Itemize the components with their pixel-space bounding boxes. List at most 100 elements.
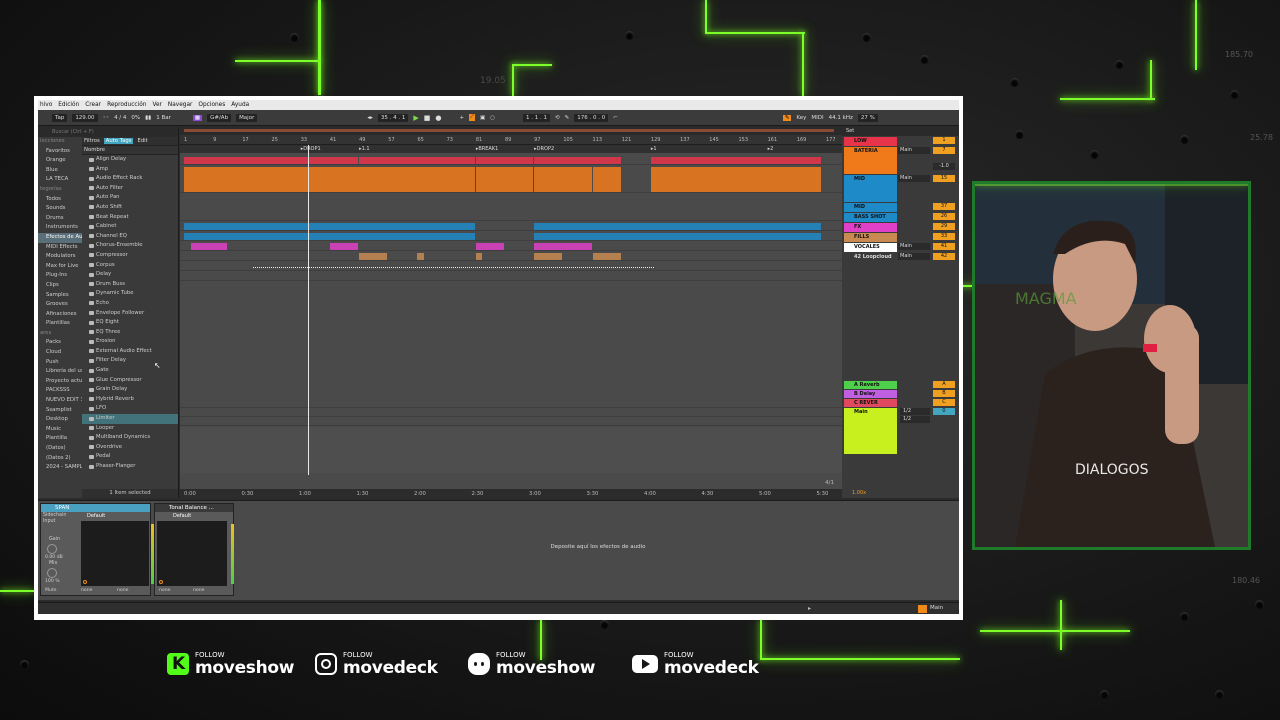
audio-clip[interactable] — [359, 157, 475, 164]
filter-button[interactable]: Filtros — [84, 138, 100, 144]
browser-item[interactable]: Glue Compressor — [82, 376, 178, 386]
browser-item[interactable]: Limiter — [82, 414, 178, 424]
audio-clip[interactable] — [184, 167, 475, 192]
places-item[interactable]: Cloud — [38, 348, 82, 358]
places-item[interactable]: Ssamplist — [38, 406, 82, 416]
places-item[interactable]: Plantilla — [38, 434, 82, 444]
track-lane[interactable] — [180, 222, 842, 231]
places-item[interactable]: Packs — [38, 338, 82, 348]
session-record-icon[interactable]: ○ — [490, 115, 495, 121]
return-send[interactable]: A — [933, 381, 955, 388]
track-volume[interactable]: 41 — [933, 243, 955, 250]
main-volume[interactable]: 0 — [933, 408, 955, 415]
audio-clip[interactable] — [534, 167, 592, 192]
browser-item[interactable]: Echo — [82, 299, 178, 309]
audio-clip[interactable] — [592, 167, 621, 192]
browser-item[interactable]: Looper — [82, 424, 178, 434]
menu-item-5[interactable]: Navegar — [168, 102, 193, 108]
social-youtube[interactable]: FOLLOW movedeck — [632, 649, 759, 679]
position-field[interactable]: 35 . 4 . 1 — [377, 113, 409, 122]
volume-readout[interactable]: -1.0 — [933, 163, 955, 170]
audio-clip[interactable] — [592, 253, 621, 260]
places-item[interactable]: Plantillas — [38, 319, 82, 329]
mixer-track-title[interactable]: MID — [844, 203, 897, 212]
browser-item[interactable]: EQ Three — [82, 328, 178, 338]
track-volume[interactable]: 29 — [933, 223, 955, 230]
mixer-track-title[interactable]: 42 Loopcloud — [844, 253, 897, 262]
scale-select[interactable]: Major — [236, 113, 258, 122]
mix-knob[interactable] — [47, 568, 57, 578]
places-item[interactable]: Modulators — [38, 252, 82, 262]
places-item[interactable]: Efectos de Aud — [38, 232, 82, 243]
punch-icon[interactable]: ⌐ — [613, 115, 618, 121]
track-lane[interactable] — [180, 262, 842, 271]
browser-item[interactable]: Dynamic Tube — [82, 289, 178, 299]
return-send[interactable]: B — [933, 390, 955, 397]
drop-hint[interactable]: Deposite aquí los efectos de audio — [478, 544, 718, 550]
preset-select[interactable]: Default — [173, 513, 191, 519]
track-volume[interactable]: 42 — [933, 253, 955, 260]
return-send[interactable]: C — [933, 399, 955, 406]
track-lane[interactable] — [180, 156, 842, 165]
ratio-display[interactable]: 1.00x — [852, 490, 866, 496]
metronome-icon[interactable]: ◦◦ — [103, 115, 110, 121]
arrangement-position-icon[interactable]: ◂▸ — [367, 115, 373, 121]
browser-item[interactable]: Auto Shift — [82, 203, 178, 213]
browser-item[interactable]: Overdrive — [82, 443, 178, 453]
locator-marker[interactable]: ▸DROP1 — [301, 146, 321, 152]
places-item[interactable]: Instruments — [38, 223, 82, 233]
browser-item[interactable]: Drum Buss — [82, 280, 178, 290]
menu-item-4[interactable]: Ver — [152, 102, 161, 108]
places-item[interactable]: Librería del usu — [38, 367, 82, 377]
tap-button[interactable]: Tap — [52, 113, 68, 122]
audio-clip[interactable] — [184, 157, 359, 164]
audio-clip[interactable] — [191, 243, 227, 250]
mixer-track-title[interactable]: FX — [844, 223, 897, 232]
record-icon[interactable]: ● — [435, 114, 441, 122]
mixer-track-title[interactable]: MID — [844, 175, 897, 202]
browser-item[interactable]: Auto Filter — [82, 184, 178, 194]
track-volume[interactable]: 7 — [933, 147, 955, 154]
browser-item[interactable]: Phaser-Flanger — [82, 462, 178, 472]
audio-clip[interactable] — [650, 157, 822, 164]
auto-tags-button[interactable]: Auto Tags — [103, 138, 134, 144]
automation-arm-icon[interactable]: ⟋ — [469, 114, 475, 121]
browser-item[interactable]: Corpus — [82, 261, 178, 271]
track-lane[interactable] — [180, 242, 842, 251]
audio-clip[interactable] — [184, 223, 475, 230]
places-item[interactable]: Sounds — [38, 204, 82, 214]
places-item[interactable]: Push — [38, 358, 82, 368]
preset-select[interactable]: Default — [87, 513, 105, 519]
browser-item[interactable]: Gate — [82, 366, 178, 376]
mixer-track-title[interactable]: LOW — [844, 137, 897, 146]
output-routing[interactable]: Main — [898, 147, 930, 154]
browser-item[interactable]: Cabinet — [82, 222, 178, 232]
tempo-field[interactable]: 129.00 — [72, 113, 98, 122]
bar-ruler[interactable]: 1 9 17 25 33 41 49 57 65 73 81 89 97 105 113 121 129 137 1… — [180, 135, 842, 145]
places-item[interactable]: 2024 - SAMPLE — [38, 463, 82, 473]
time-signature[interactable]: 4 / 4 — [114, 115, 126, 121]
capture-icon[interactable]: ▣ — [480, 115, 485, 121]
audio-clip[interactable] — [475, 167, 534, 192]
browser-item[interactable]: Pedal — [82, 452, 178, 462]
browser-item[interactable]: Channel EQ — [82, 232, 178, 242]
menu-item-3[interactable]: Reproducción — [107, 102, 146, 108]
browser-item[interactable]: Chorus-Ensemble — [82, 241, 178, 251]
output-routing[interactable]: Main — [898, 253, 930, 260]
browser-item[interactable]: Filter Delay — [82, 356, 178, 366]
gain-knob[interactable] — [47, 544, 57, 554]
track-volume[interactable]: 33 — [933, 233, 955, 240]
track-volume[interactable]: 15 — [933, 175, 955, 182]
audio-clip[interactable] — [184, 233, 475, 240]
return-track-title[interactable]: B Delay — [844, 390, 897, 398]
browser-item[interactable]: Beat Repeat — [82, 213, 178, 223]
places-item[interactable]: Orange — [38, 156, 82, 166]
locator-marker[interactable]: ▸1 — [651, 146, 657, 152]
places-item[interactable]: PACKSSS — [38, 386, 82, 396]
return-lane[interactable] — [180, 409, 842, 417]
track-volume[interactable]: 1 — [933, 137, 955, 144]
places-item[interactable]: NUEVO EDIT 3C — [38, 396, 82, 406]
locator-marker[interactable]: ▸2 — [768, 146, 774, 152]
browser-item[interactable]: Multiband Dynamics — [82, 433, 178, 443]
locator-marker[interactable]: ▸BREAK1 — [476, 146, 498, 152]
